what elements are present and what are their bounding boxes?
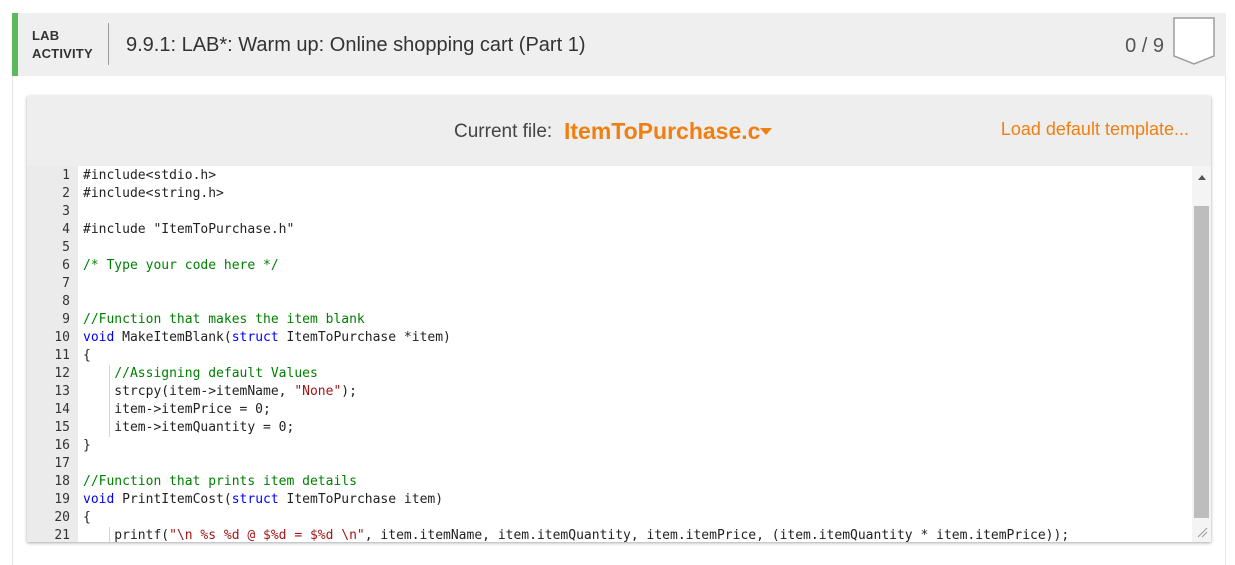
- line-number: 11: [54, 348, 70, 363]
- code-editor[interactable]: 1 #include<stdio.h> 2 #include<string.h> 3 4 #…: [27, 166, 1211, 542]
- line-number: 17: [54, 456, 70, 471]
- code-line[interactable]: 13 strcpy(item->itemName, "None");: [27, 383, 1187, 401]
- line-number: 9: [62, 312, 70, 327]
- scroll-up-arrow-icon[interactable]: [1198, 175, 1206, 180]
- lab-label-line1: LAB: [32, 28, 60, 43]
- code-line[interactable]: 19 void PrintItemCost(struct ItemToPurcha…: [27, 491, 1187, 509]
- line-number: 4: [62, 222, 70, 237]
- code-line[interactable]: 15 item->itemQuantity = 0;: [27, 419, 1187, 437]
- line-number: 12: [54, 366, 70, 381]
- indent-guide: [109, 527, 110, 542]
- current-file-dropdown[interactable]: ItemToPurchase.c: [564, 117, 760, 145]
- scrollbar-thumb[interactable]: [1194, 206, 1209, 518]
- line-number: 2: [62, 186, 70, 201]
- line-number: 10: [54, 330, 70, 345]
- code-line[interactable]: 20 {: [27, 509, 1187, 527]
- line-number: 8: [62, 294, 70, 309]
- code-line-text[interactable]: #include<stdio.h>: [83, 167, 216, 185]
- code-line-text[interactable]: //Function that makes the item blank: [83, 311, 365, 329]
- completion-badge-icon: [1173, 17, 1215, 65]
- code-line[interactable]: 1 #include<stdio.h>: [27, 167, 1187, 185]
- line-number: 13: [54, 384, 70, 399]
- code-line-text[interactable]: //Assigning default Values: [83, 365, 318, 383]
- line-number: 7: [62, 276, 70, 291]
- indent-guide: [109, 365, 110, 437]
- line-number: 3: [62, 204, 70, 219]
- code-line[interactable]: 4 #include "ItemToPurchase.h": [27, 221, 1187, 239]
- lab-title: 9.9.1: LAB*: Warm up: Online shopping ca…: [126, 34, 586, 56]
- code-line-text[interactable]: {: [83, 347, 91, 365]
- code-line[interactable]: 16}: [27, 437, 1187, 455]
- line-number: 15: [54, 420, 70, 435]
- code-line-text[interactable]: strcpy(item->itemName, "None");: [83, 383, 357, 401]
- line-number: 19: [54, 492, 70, 507]
- lab-label-line2: ACTIVITY: [32, 46, 93, 61]
- line-number: 16: [54, 438, 70, 453]
- line-number: 5: [62, 240, 70, 255]
- code-line[interactable]: 5: [27, 239, 1187, 257]
- line-number: 18: [54, 474, 70, 489]
- code-line-text[interactable]: #include "ItemToPurchase.h": [83, 221, 294, 239]
- code-line[interactable]: 7: [27, 275, 1187, 293]
- chevron-down-icon[interactable]: [760, 128, 772, 135]
- line-number: 20: [54, 510, 70, 525]
- code-line[interactable]: 3: [27, 203, 1187, 221]
- code-line-text[interactable]: item->itemQuantity = 0;: [83, 419, 294, 437]
- line-number: 6: [62, 258, 70, 273]
- code-line-text[interactable]: {: [83, 509, 91, 527]
- line-number: 21: [54, 528, 70, 542]
- code-line[interactable]: 17: [27, 455, 1187, 473]
- code-line[interactable]: 14 item->itemPrice = 0;: [27, 401, 1187, 419]
- code-line-text[interactable]: /* Type your code here */: [83, 257, 279, 275]
- code-line[interactable]: 18 //Function that prints item details: [27, 473, 1187, 491]
- lab-activity-label: LAB ACTIVITY: [32, 27, 93, 63]
- code-line[interactable]: 9 //Function that makes the item blank: [27, 311, 1187, 329]
- load-default-template-link[interactable]: Load default template...: [1001, 118, 1189, 140]
- file-selector-bar: Current file: ItemToPurchase.c Load defa…: [27, 96, 1211, 166]
- code-line-text[interactable]: #include<string.h>: [83, 185, 224, 203]
- header-divider: [108, 23, 109, 65]
- line-number: 14: [54, 402, 70, 417]
- code-line[interactable]: 11 {: [27, 347, 1187, 365]
- code-line-text[interactable]: void MakeItemBlank(struct ItemToPurchase…: [83, 329, 451, 347]
- code-line[interactable]: 8: [27, 293, 1187, 311]
- code-line-text[interactable]: item->itemPrice = 0;: [83, 401, 271, 419]
- editor-scrollbar[interactable]: [1192, 166, 1211, 542]
- lab-activity-header: LAB ACTIVITY 9.9.1: LAB*: Warm up: Onlin…: [12, 13, 1226, 76]
- code-line[interactable]: 2 #include<string.h>: [27, 185, 1187, 203]
- code-editor-card: Current file: ItemToPurchase.c Load defa…: [27, 96, 1211, 542]
- current-file-label: Current file:: [454, 121, 553, 142]
- code-line[interactable]: 21 printf("\n %s %d @ $%d = $%d \n", ite…: [27, 527, 1187, 542]
- resize-grip-icon[interactable]: [1196, 526, 1208, 538]
- code-line[interactable]: 6 /* Type your code here */: [27, 257, 1187, 275]
- code-line[interactable]: 10 void MakeItemBlank(struct ItemToPurcha…: [27, 329, 1187, 347]
- lab-score: 0 / 9: [1125, 35, 1164, 57]
- line-number: 1: [62, 168, 70, 183]
- code-line-text[interactable]: //Function that prints item details: [83, 473, 357, 491]
- code-line-text[interactable]: }: [83, 437, 91, 455]
- code-line-text[interactable]: void PrintItemCost(struct ItemToPurchase…: [83, 491, 443, 509]
- code-lines[interactable]: 1 #include<stdio.h> 2 #include<string.h> 3 4 #…: [27, 167, 1187, 542]
- code-line-text[interactable]: printf("\n %s %d @ $%d = $%d \n", item.i…: [83, 527, 1069, 542]
- code-line[interactable]: 12 //Assigning default Values: [27, 365, 1187, 383]
